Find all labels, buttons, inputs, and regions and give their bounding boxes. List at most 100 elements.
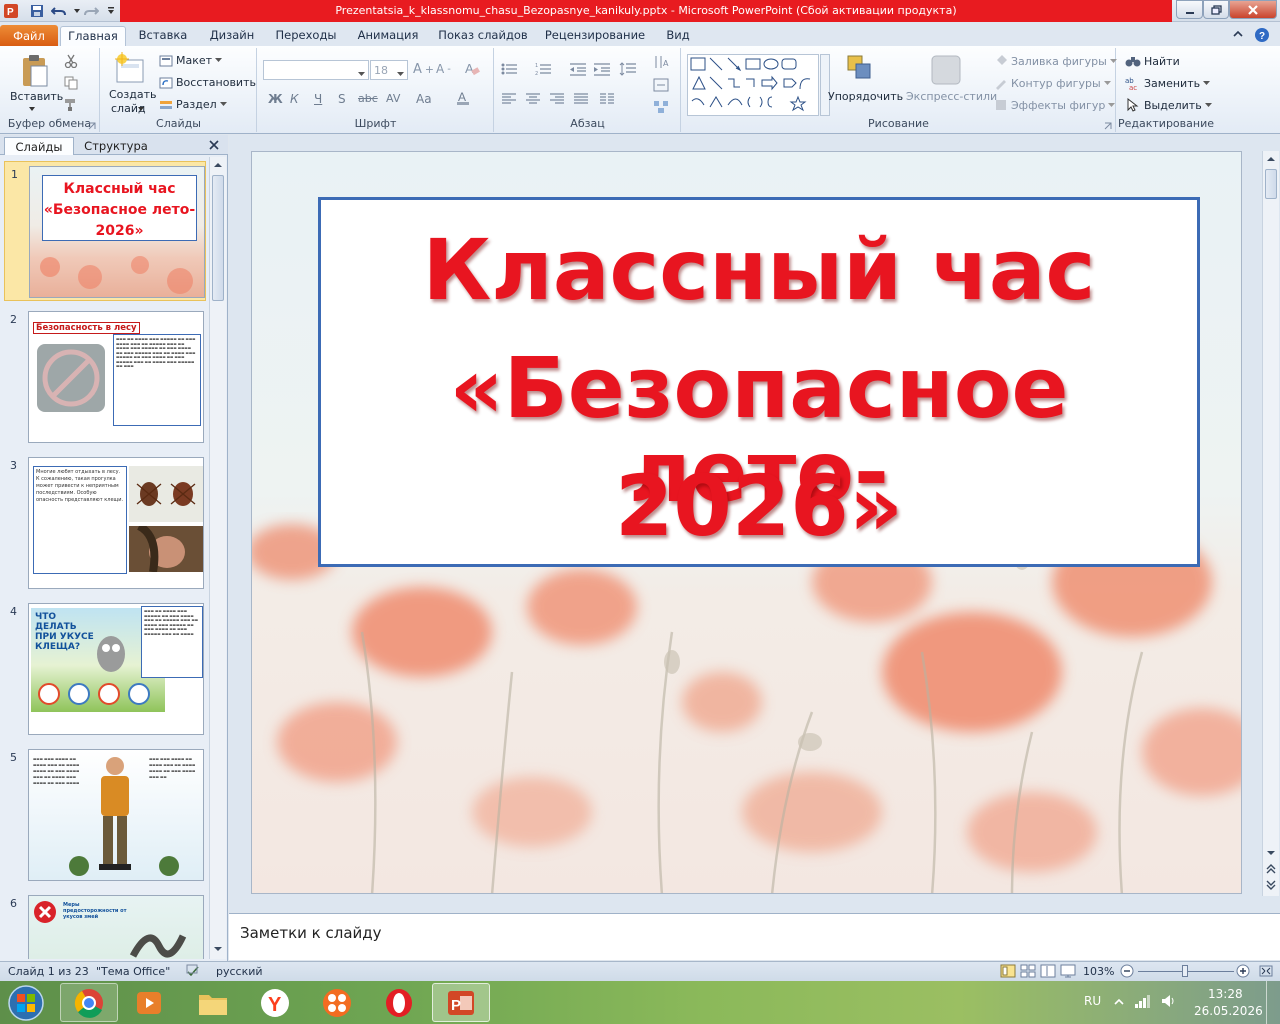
powerpoint-icon[interactable]: P [2,2,20,20]
powerpoint-taskbar-icon[interactable]: P [432,983,490,1022]
paste-button[interactable]: Вставить [10,90,63,103]
clear-format-icon[interactable]: A [464,60,480,76]
align-text-icon[interactable] [653,78,669,92]
new-slide-icon[interactable] [113,52,147,86]
media-player-taskbar-icon[interactable] [120,983,178,1022]
scroll-up-icon[interactable] [212,159,224,171]
scroll-down-icon[interactable] [1265,847,1277,862]
shape-fill-button[interactable]: Заливка фигуры [994,54,1117,68]
tab-animation[interactable]: Анимация [352,26,424,46]
cut-icon[interactable] [64,54,78,68]
layout-button[interactable]: Макет [159,54,223,67]
slide-canvas[interactable]: Классный час «Безопасное лето- 2026» [251,151,1242,894]
new-slide-label-1[interactable]: Создать [109,88,157,101]
reading-view-icon[interactable] [1040,964,1056,981]
arrange-icon[interactable] [846,54,876,84]
tab-slideshow[interactable]: Показ слайдов [436,26,530,46]
tab-design[interactable]: Дизайн [202,26,262,46]
minimize-ribbon-icon[interactable] [1232,28,1244,43]
help-icon[interactable]: ? [1254,27,1270,46]
copy-icon[interactable] [64,76,78,90]
font-size-combobox[interactable]: 18 [370,60,408,80]
reset-button[interactable]: Восстановить [159,76,256,89]
shadow-icon[interactable]: S [338,92,346,106]
grow-font-icon[interactable]: A + [413,62,434,77]
zoom-in-icon[interactable] [1236,964,1250,981]
slide-sorter-icon[interactable] [1020,964,1036,981]
explorer-taskbar-icon[interactable] [184,983,242,1022]
justify-icon[interactable] [573,92,589,106]
fit-to-window-icon[interactable] [1258,964,1274,981]
arrange-button[interactable]: Упорядочить [828,90,903,103]
notes-pane[interactable]: Заметки к слайду [229,913,1280,960]
increase-indent-icon[interactable] [593,62,611,76]
zoom-slider-thumb[interactable] [1182,965,1188,977]
text-direction-icon[interactable]: A [653,54,669,70]
tab-outline[interactable]: Структура [78,137,154,155]
start-button[interactable] [4,983,48,1022]
paste-dropdown-icon[interactable] [28,106,36,112]
slide-editor-scrollbar[interactable] [1262,151,1279,896]
find-button[interactable]: Найти [1125,54,1180,68]
title-textbox[interactable]: Классный час «Безопасное лето- 2026» [318,197,1200,567]
opera-taskbar-icon[interactable] [370,983,428,1022]
tab-home[interactable]: Главная [60,26,126,46]
shapes-gallery[interactable] [687,54,819,116]
restore-button[interactable] [1203,0,1229,19]
undo-icon[interactable] [50,2,68,20]
chrome-taskbar-icon[interactable] [60,983,118,1022]
normal-view-icon[interactable] [1000,964,1016,981]
language-indicator[interactable]: русский [216,965,263,978]
clock-date[interactable]: 26.05.2026 [1194,1004,1263,1018]
yandex-browser-taskbar-icon[interactable]: Y [246,983,304,1022]
bold-icon[interactable]: Ж [268,92,283,106]
quick-styles-icon[interactable] [930,54,962,86]
spellcheck-icon[interactable] [186,964,200,981]
char-spacing-icon[interactable]: AV [386,92,400,105]
shape-outline-button[interactable]: Контур фигуры [994,76,1111,90]
save-icon[interactable] [28,2,46,20]
show-desktop-button[interactable] [1266,981,1280,1024]
scroll-down-icon[interactable] [212,943,224,955]
underline-icon[interactable]: Ч [314,92,322,106]
columns-icon[interactable] [599,92,615,106]
slide-thumbnail-2[interactable]: 2 Безопасность в лесу ▬▬▬ ▬▬ ▬▬▬▬ ▬▬▬ ▬▬… [4,307,206,447]
tab-slides[interactable]: Слайды [4,137,74,155]
shape-effects-button[interactable]: Эффекты фигур [994,98,1116,112]
slide-thumbnail-1[interactable]: 1 Классный час «Безопасное лето- 2026» [4,161,206,301]
tab-review[interactable]: Рецензирование [542,26,648,46]
clipboard-launcher-icon[interactable] [88,122,96,130]
tray-expand-icon[interactable] [1114,996,1124,1010]
redo-icon[interactable] [82,2,100,20]
font-family-combobox[interactable] [263,60,369,80]
theme-name[interactable]: "Тема Office" [96,965,170,978]
shrink-font-icon[interactable]: A- [436,62,451,76]
volume-icon[interactable] [1160,993,1178,1012]
select-button[interactable]: Выделить [1125,98,1212,112]
slide-thumbnail-6[interactable]: 6 Меры предосторожности от укусов змей [4,891,206,959]
numbering-icon[interactable]: 12 [535,62,553,76]
clock-time[interactable]: 13:28 [1208,987,1243,1001]
close-button[interactable] [1229,0,1277,19]
slide-editor-scroll-thumb[interactable] [1265,169,1277,199]
strikethrough-icon[interactable]: abc [358,92,378,105]
paste-icon[interactable] [20,54,50,88]
section-button[interactable]: Раздел [159,98,227,111]
line-spacing-icon[interactable] [619,62,637,76]
slides-pane-scrollbar[interactable] [209,157,226,959]
input-language[interactable]: RU [1084,994,1101,1008]
customize-toolbar-icon[interactable] [102,2,120,20]
tab-transitions[interactable]: Переходы [272,26,340,46]
tab-view[interactable]: Вид [660,26,696,46]
replace-button[interactable]: ab ac Заменить [1125,76,1211,90]
zoom-out-icon[interactable] [1120,964,1134,981]
slide-thumbnail-4[interactable]: 4 ЧТО ДЕЛАТЬ ПРИ УКУСЕ КЛЕЩА? ▬▬▬ ▬▬ ▬▬▬… [4,599,206,739]
slides-pane-scroll-thumb[interactable] [212,175,224,301]
previous-slide-icon[interactable] [1265,863,1277,878]
align-center-icon[interactable] [525,92,541,106]
close-pane-icon[interactable] [208,139,220,154]
slideshow-view-icon[interactable] [1060,964,1076,981]
slide-thumbnail-3[interactable]: 3 Многие любят отдыхать в лесу. К сожале… [4,453,206,593]
bullets-icon[interactable] [501,62,519,76]
change-case-icon[interactable]: Aa [416,92,432,106]
